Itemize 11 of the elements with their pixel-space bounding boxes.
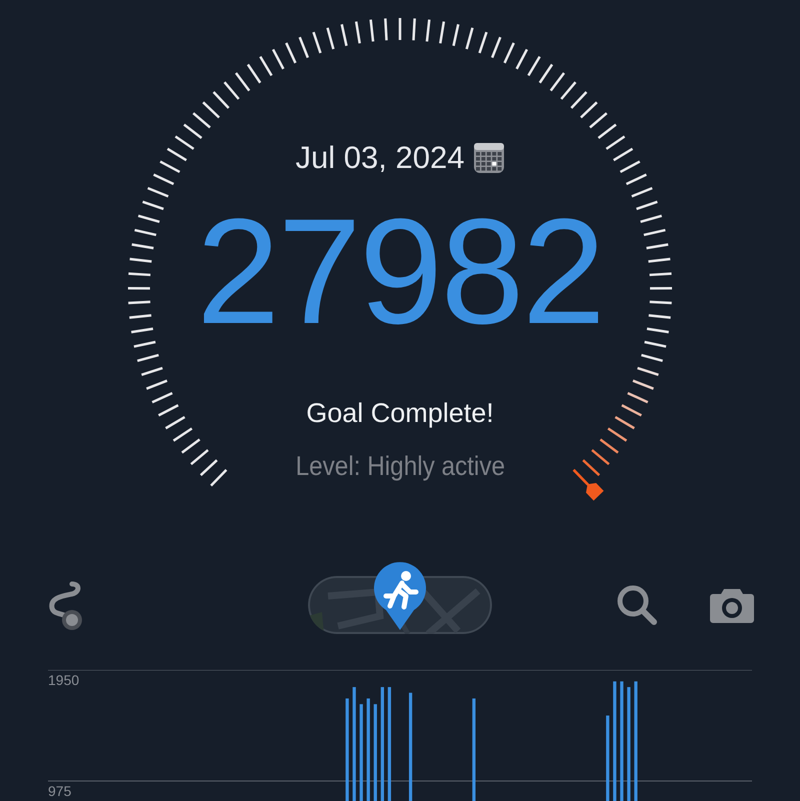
step-count: 27982 bbox=[196, 196, 604, 346]
activity-level: Level: Highly active bbox=[295, 451, 505, 482]
axis-label: 1950 bbox=[48, 672, 80, 688]
axis-label: 975 bbox=[48, 783, 72, 799]
progress-marker bbox=[572, 468, 604, 501]
running-pin-icon[interactable] bbox=[372, 562, 428, 632]
goal-status: Goal Complete! bbox=[306, 398, 494, 429]
search-icon[interactable] bbox=[616, 584, 658, 626]
calendar-icon[interactable] bbox=[474, 143, 504, 173]
camera-icon[interactable] bbox=[710, 587, 754, 623]
date-label: Jul 03, 2024 bbox=[296, 140, 464, 176]
